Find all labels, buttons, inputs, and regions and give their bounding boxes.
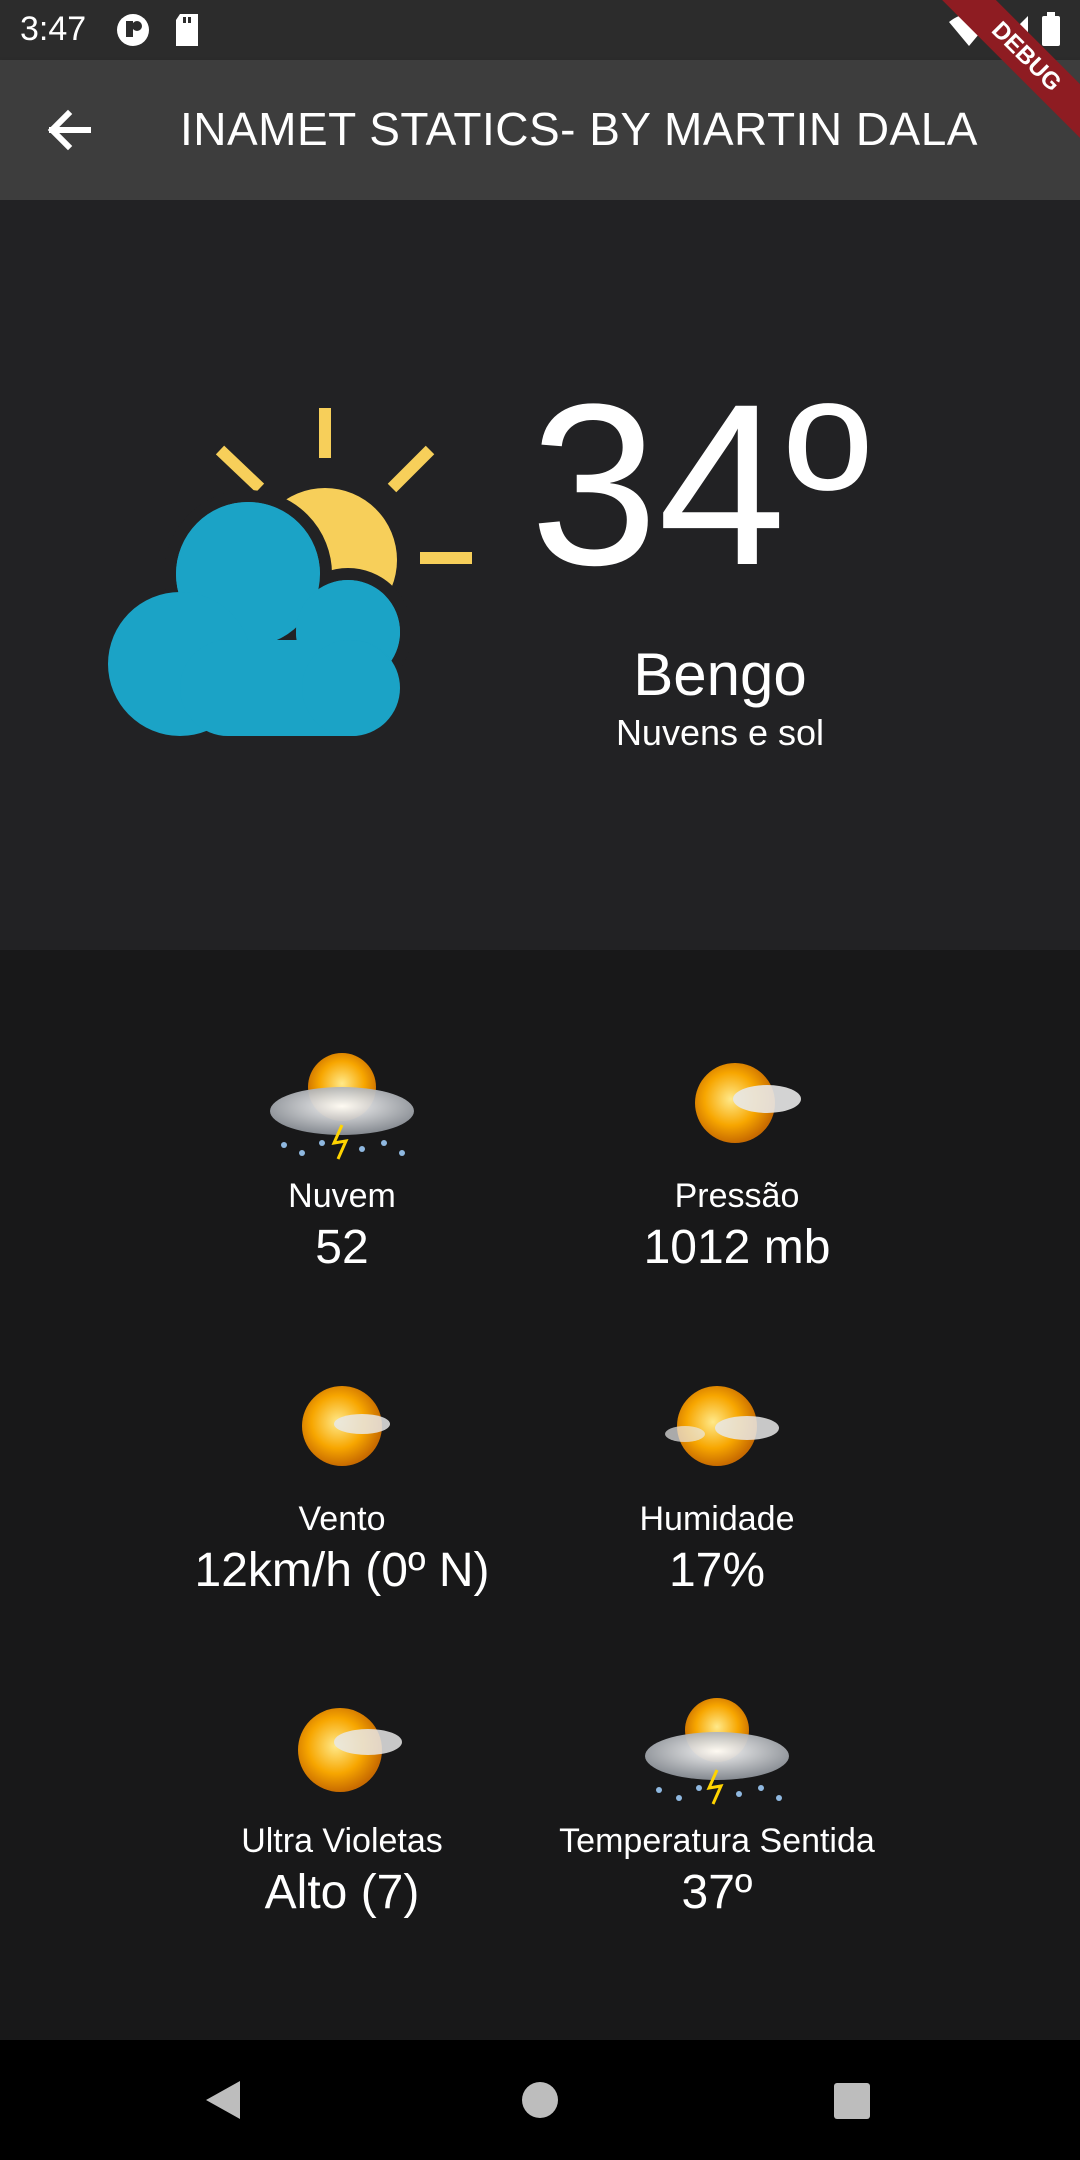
partly-cloudy-icon bbox=[100, 400, 480, 765]
detail-feels-like-label: Temperatura Sentida bbox=[559, 1822, 875, 1860]
detail-pressure-value: 1012 mb bbox=[643, 1221, 831, 1274]
nav-back-button[interactable] bbox=[200, 2075, 250, 2130]
detail-cloud: Nuvem 52 bbox=[122, 1045, 562, 1275]
system-nav-bar bbox=[0, 2040, 1080, 2160]
arrow-back-icon bbox=[47, 109, 91, 151]
debug-banner: DEBUG bbox=[930, 0, 1080, 150]
city-name: Bengo bbox=[633, 641, 807, 708]
nav-home-button[interactable] bbox=[515, 2075, 565, 2130]
detail-feels-like: Temperatura Sentida 37º bbox=[497, 1690, 937, 1920]
circle-home-icon bbox=[522, 2082, 558, 2118]
detail-uv-value: Alto (7) bbox=[264, 1866, 420, 1919]
detail-uv-label: Ultra Violetas bbox=[241, 1822, 443, 1860]
app-bar: INAMET STATICS- BY MARTIN DALA bbox=[0, 60, 1080, 200]
status-time: 3:47 bbox=[20, 10, 87, 48]
sun-cloud-icon bbox=[298, 1708, 402, 1792]
page-title: INAMET STATICS- BY MARTIN DALA bbox=[180, 103, 978, 155]
sun-cloud-rain-icon bbox=[270, 1053, 414, 1160]
detail-humidity: Humidade 17% bbox=[497, 1368, 937, 1598]
debug-label: DEBUG bbox=[930, 0, 1080, 150]
triangle-back-icon bbox=[206, 2081, 240, 2119]
detail-pressure: Pressão 1012 mb bbox=[517, 1045, 957, 1275]
detail-cloud-value: 52 bbox=[315, 1221, 369, 1274]
detail-uv: Ultra Violetas Alto (7) bbox=[122, 1690, 562, 1920]
temperature-value: 34º bbox=[530, 356, 870, 613]
detail-cloud-label: Nuvem bbox=[288, 1177, 396, 1215]
sun-cloud-icon bbox=[665, 1386, 779, 1466]
status-bar: 3:47 bbox=[0, 0, 1080, 60]
sun-cloud-rain-icon bbox=[645, 1698, 789, 1805]
sd-card-icon bbox=[172, 12, 202, 53]
detail-wind-label: Vento bbox=[298, 1500, 386, 1538]
back-button[interactable] bbox=[30, 90, 110, 170]
detail-humidity-value: 17% bbox=[668, 1544, 766, 1597]
sun-cloud-icon bbox=[302, 1386, 390, 1466]
condition-text: Nuvens e sol bbox=[615, 712, 825, 753]
square-recents-icon bbox=[834, 2083, 870, 2119]
detail-pressure-label: Pressão bbox=[674, 1177, 800, 1215]
weather-details-grid: Nuvem 52 Pressão 1012 mb Vento 12km/h (0… bbox=[0, 950, 1080, 2040]
notification-app-icon bbox=[115, 12, 151, 53]
detail-wind: Vento 12km/h (0º N) bbox=[122, 1368, 562, 1598]
detail-humidity-label: Humidade bbox=[639, 1500, 795, 1538]
detail-feels-like-value: 37º bbox=[681, 1866, 753, 1919]
detail-wind-value: 12km/h (0º N) bbox=[194, 1544, 490, 1597]
current-weather-panel: 34º Bengo Nuvens e sol bbox=[0, 200, 1080, 950]
nav-recents-button[interactable] bbox=[826, 2075, 876, 2130]
sun-cloud-icon bbox=[695, 1063, 801, 1143]
